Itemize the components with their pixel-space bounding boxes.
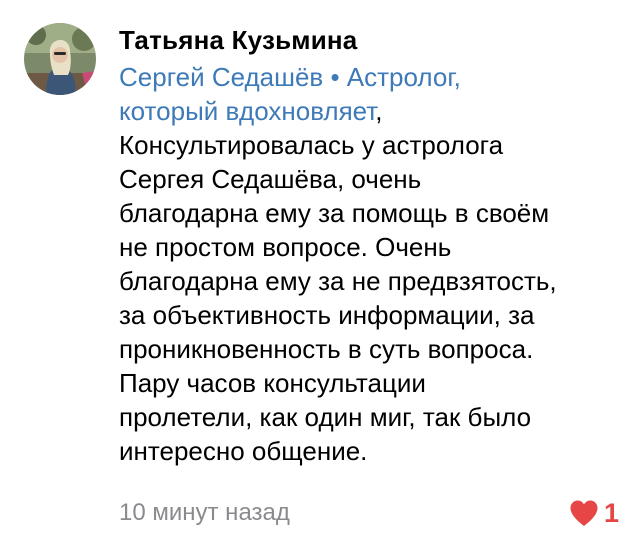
mention-link-continued[interactable]: который вдохновляет (119, 96, 375, 126)
text-line: интересно общение. (119, 436, 368, 466)
author-name[interactable]: Татьяна Кузьмина (119, 24, 357, 56)
text-line: Сергея Седашёва, очень (119, 164, 422, 194)
mention-comma: , (375, 96, 383, 126)
text-line: проникновенность в суть вопроса. (119, 334, 534, 364)
mention-link[interactable]: Сергей Седашёв • Астролог, (119, 62, 461, 92)
text-line: благодарна ему за не предвзятость, (119, 266, 557, 296)
timestamp: 10 минут назад (119, 499, 290, 526)
like-count: 1 (603, 498, 619, 528)
text-line: благодарна ему за помощь в своём (119, 198, 550, 228)
text-line: Пару часов консультации (119, 368, 426, 398)
comment-text: Сергей Седашёв • Астролог, который вдохн… (119, 60, 624, 468)
text-line: не простом вопросе. Очень (119, 232, 452, 262)
text-line: Консультировалась у астролога (119, 130, 504, 160)
avatar[interactable] (24, 23, 96, 95)
heart-icon (570, 500, 598, 526)
comment: Татьяна Кузьмина Сергей Седашёв • Астрол… (0, 0, 640, 549)
like-button[interactable]: 1 (569, 496, 619, 530)
avatar-photo (24, 23, 96, 95)
text-line: пролетели, как один миг, так было (119, 402, 532, 432)
comment-footer: 10 минут назад 1 (119, 496, 619, 530)
text-line: за объективность информации, за (119, 300, 535, 330)
